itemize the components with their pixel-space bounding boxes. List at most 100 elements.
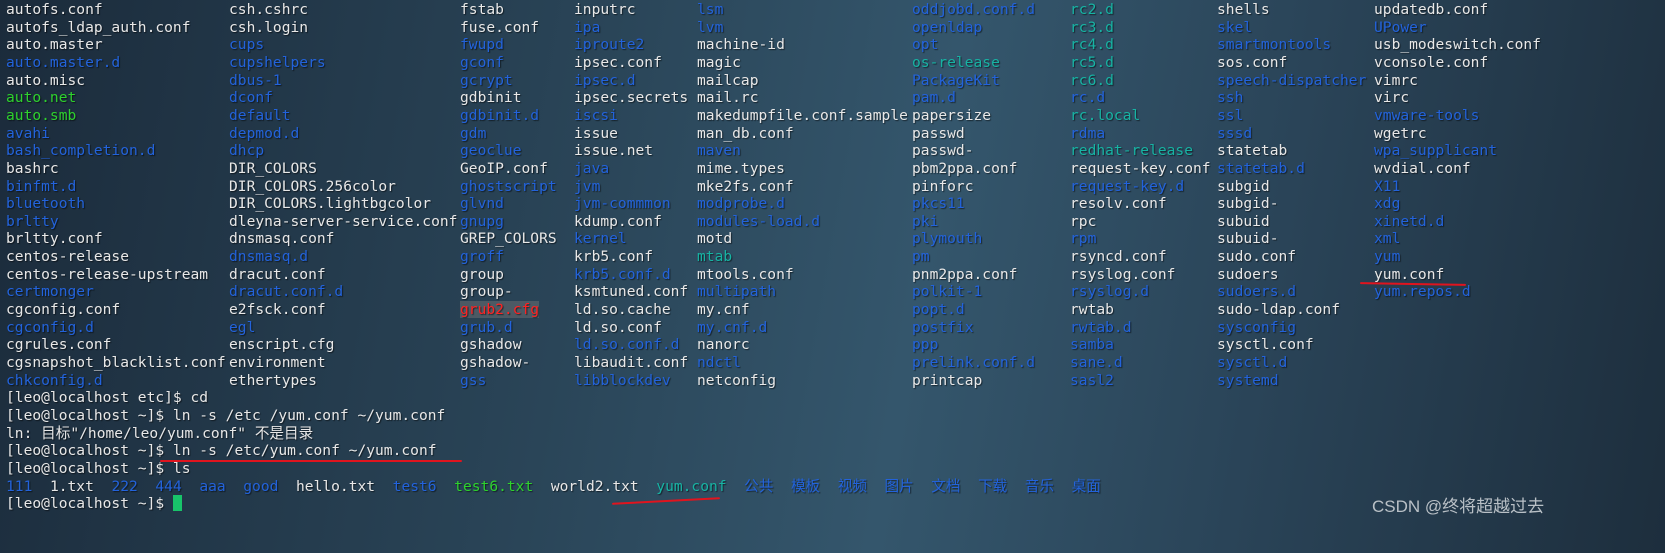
file-entry: rsyslog.conf	[1070, 265, 1176, 283]
file-entry: inputrc	[574, 1, 636, 18]
file-entry: DIR_COLORS	[229, 159, 317, 177]
file-entry: pm	[912, 248, 930, 266]
file-entry: 下载	[978, 477, 1008, 495]
file-entry: ipsec.conf	[574, 53, 662, 71]
file-entry: postfix	[912, 318, 974, 336]
file-entry: cgconfig.conf	[6, 301, 121, 319]
file-entry: rc5.d	[1070, 53, 1114, 71]
file-entry: dleyna-server-service.conf	[229, 212, 458, 230]
file-entry: chkconfig.d	[6, 371, 103, 389]
file-entry: autofs_ldap_auth.conf	[6, 18, 191, 36]
file-entry: opt	[912, 36, 939, 54]
file-entry: auto.misc	[6, 71, 86, 89]
file-entry: mtab	[697, 248, 733, 266]
file-entry: good	[243, 477, 279, 495]
file-entry: rpm	[1070, 230, 1097, 248]
file-entry: grub.d	[460, 318, 513, 336]
file-entry: pbm2ppa.conf	[912, 159, 1018, 177]
file-entry: netconfig	[697, 371, 777, 389]
file-entry: xinetd.d	[1374, 212, 1445, 230]
file-entry: ipa	[574, 18, 601, 36]
file-entry: mtools.conf	[697, 265, 794, 283]
file-entry: vmware-tools	[1374, 106, 1480, 124]
file-entry: groff	[460, 248, 504, 266]
file-entry: dhcp	[229, 142, 265, 160]
file-entry: pki	[912, 212, 939, 230]
file-entry: oddjobd.conf.d	[912, 1, 1036, 18]
terminal-line: [leo@localhost ~]$ ln -s /etc /yum.conf …	[6, 406, 446, 424]
file-entry: certmonger	[6, 283, 94, 301]
file-entry: updatedb.conf	[1374, 1, 1489, 18]
terminal-line: [leo@localhost ~]$ ls	[6, 459, 191, 477]
file-entry: rc6.d	[1070, 71, 1114, 89]
file-entry: sysctl.d	[1217, 354, 1288, 371]
file-entry: fstab	[460, 1, 504, 18]
file-entry: ipsec.d	[574, 71, 636, 89]
file-entry: jvm-commmon	[574, 195, 671, 213]
file-entry: cupshelpers	[229, 53, 326, 71]
file-entry: egl	[229, 318, 256, 336]
file-entry: java	[574, 159, 610, 177]
file-entry: makedumpfile.conf.sample	[697, 106, 908, 124]
file-entry: dracut.conf	[229, 265, 326, 283]
file-entry: 音乐	[1024, 477, 1055, 495]
file-entry: binfmt.d	[6, 177, 77, 195]
file-entry: openldap	[912, 18, 983, 36]
file-entry: mailcap	[697, 71, 759, 89]
file-entry: depmod.d	[229, 124, 300, 142]
file-entry: ssl	[1217, 106, 1244, 124]
file-entry: gconf	[460, 53, 504, 71]
file-entry: rc.local	[1070, 106, 1141, 124]
file-entry: sssd	[1217, 124, 1253, 142]
file-entry: modules-load.d	[697, 212, 821, 230]
file-entry: gss	[460, 371, 487, 389]
file-entry: fwupd	[460, 36, 504, 54]
file-entry: my.cnf.d	[697, 318, 768, 336]
file-entry: UPower	[1374, 18, 1427, 36]
file-entry: kdump.conf	[574, 212, 662, 230]
file-entry: rc.d	[1070, 89, 1106, 107]
file-entry: brltty	[6, 212, 59, 230]
file-entry: 111	[6, 477, 33, 495]
file-entry: cgrules.conf	[6, 336, 112, 354]
file-entry: xdg	[1374, 195, 1401, 213]
file-entry: csh.cshrc	[229, 1, 309, 18]
file-entry: 公共	[744, 477, 774, 495]
file-entry: geoclue	[460, 142, 522, 160]
file-entry: GeoIP.conf	[460, 159, 548, 177]
file-entry: PackageKit	[912, 71, 1000, 89]
file-entry: yum.conf	[656, 477, 727, 495]
file-entry: dnsmasq.d	[229, 248, 309, 266]
file-entry: gcrypt	[460, 71, 513, 89]
file-entry: environment	[229, 354, 326, 371]
file-entry: dbus-1	[229, 71, 282, 89]
file-entry: sudo.conf	[1217, 248, 1297, 266]
file-entry: machine-id	[697, 36, 785, 54]
file-entry: test6	[392, 477, 437, 495]
terminal-line: [leo@localhost etc]$ cd	[6, 389, 209, 407]
file-entry: test6.txt	[454, 477, 534, 495]
file-entry: libaudit.conf	[574, 354, 689, 371]
annotation-underline-ln-command	[160, 460, 462, 462]
watermark: CSDN @终将超越过去	[1372, 497, 1545, 516]
file-entry: prelink.conf.d	[912, 354, 1036, 371]
file-entry: grub2.cfg	[460, 301, 540, 319]
file-entry: gshadow-	[460, 354, 531, 371]
file-entry: subgid-	[1217, 195, 1279, 213]
file-entry: mke2fs.conf	[697, 177, 794, 195]
file-entry: aaa	[199, 477, 226, 495]
file-entry: gshadow	[460, 336, 522, 354]
file-entry: hello.txt	[296, 477, 376, 495]
file-entry: rwtab	[1070, 301, 1114, 319]
file-entry: statetab.d	[1217, 159, 1305, 177]
file-entry: bluetooth	[6, 195, 86, 213]
file-entry: passwd-	[912, 142, 974, 160]
file-entry: systemd	[1217, 371, 1279, 389]
file-entry: krb5.conf.d	[574, 265, 671, 283]
file-entry: maven	[697, 142, 741, 160]
file-entry: world2.txt	[550, 477, 639, 495]
file-entry: printcap	[912, 371, 983, 389]
file-entry: yum.repos.d	[1374, 283, 1471, 301]
file-entry: ethertypes	[229, 371, 317, 389]
file-entry: gdm	[460, 124, 487, 142]
